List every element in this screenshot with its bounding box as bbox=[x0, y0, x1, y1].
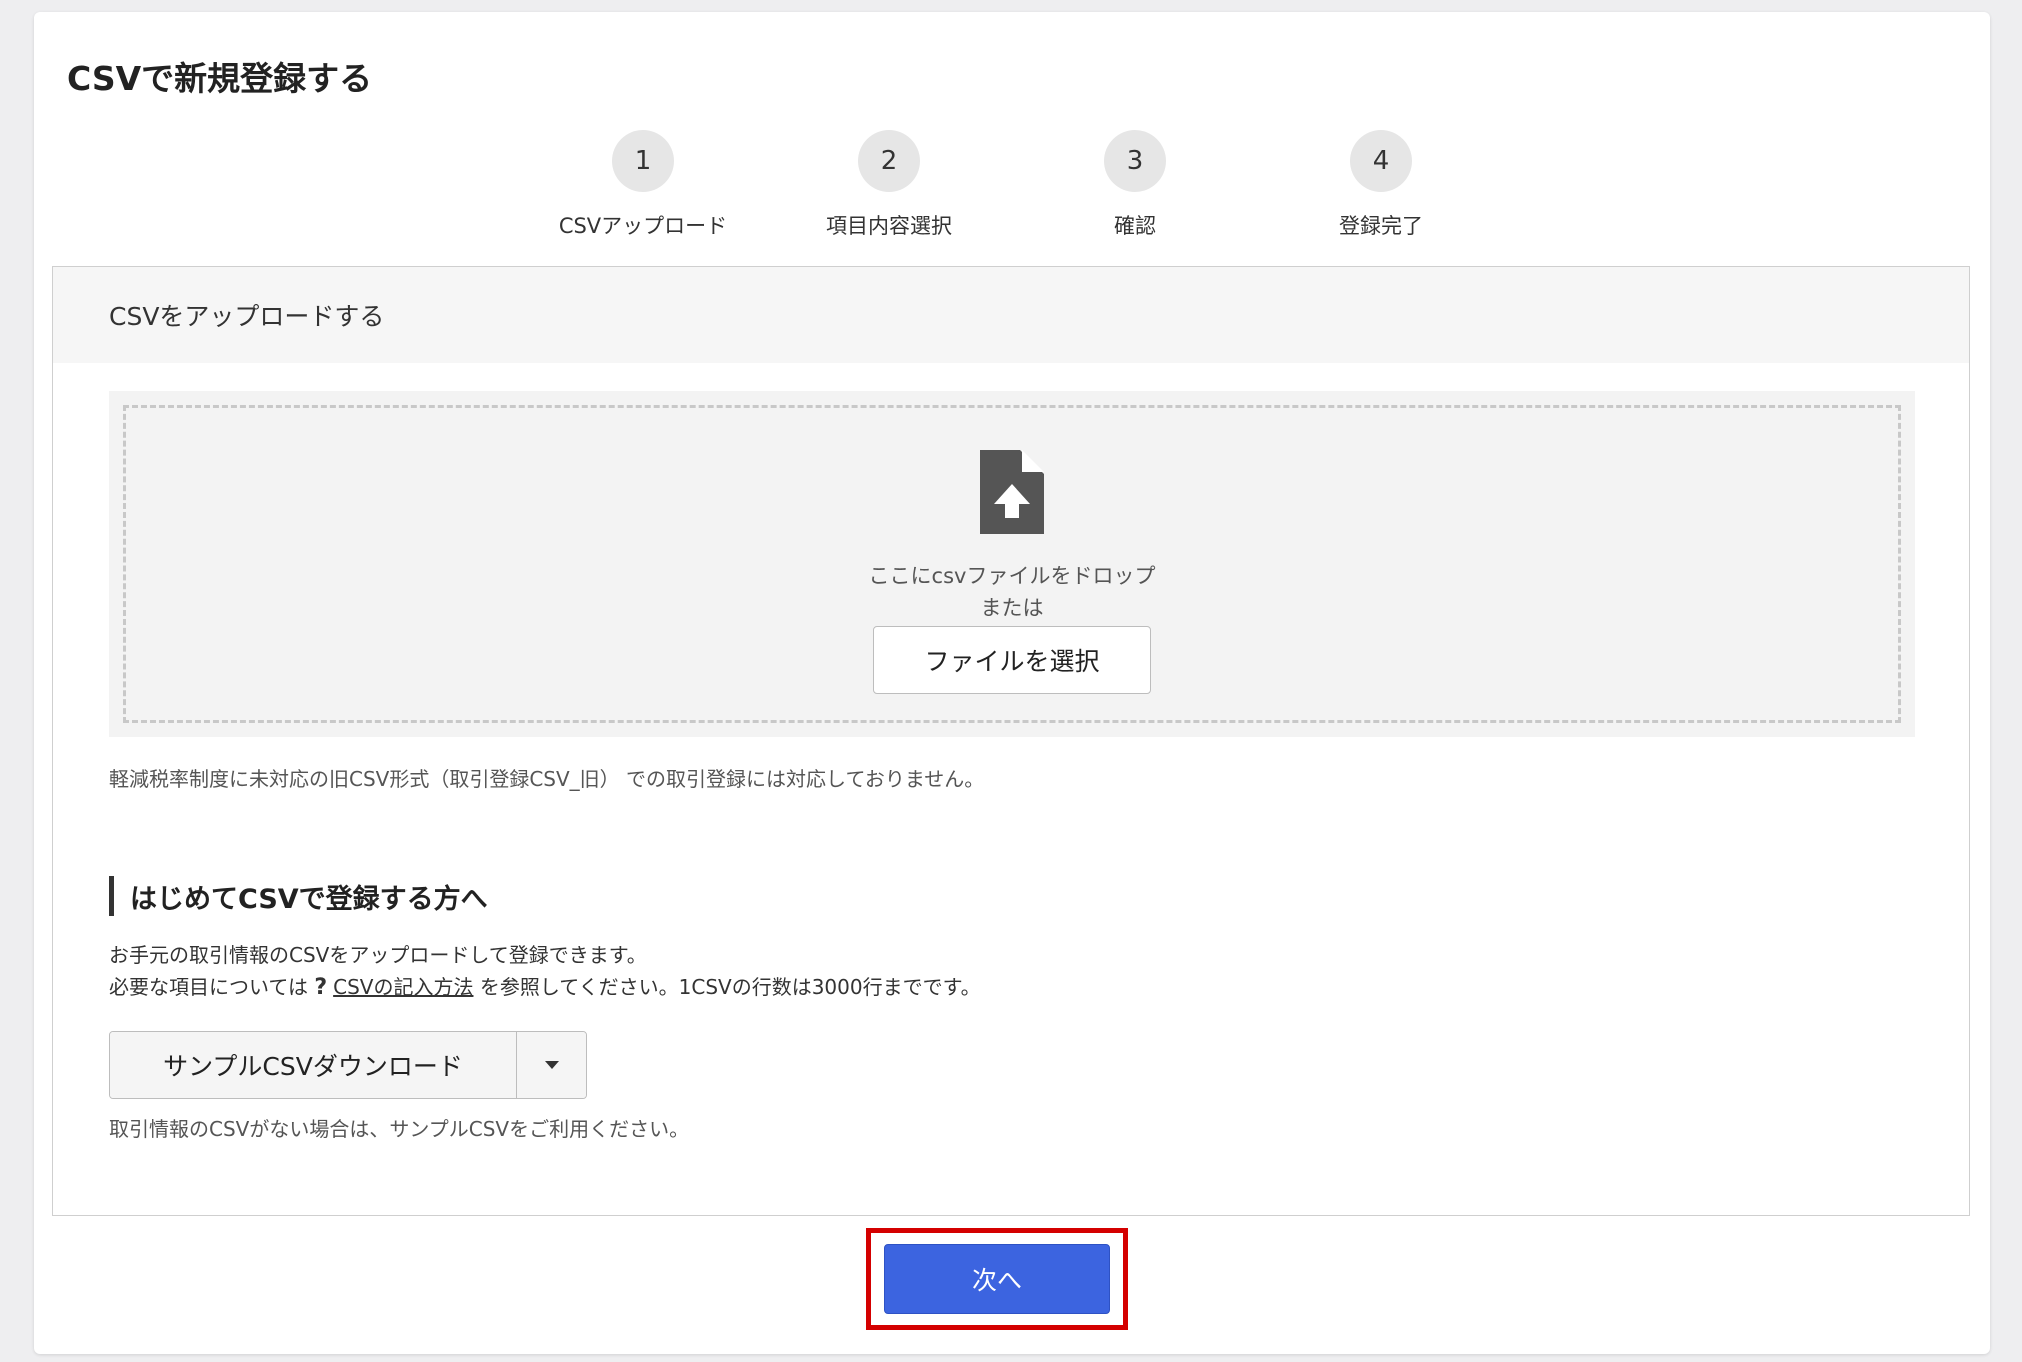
step-label: 登録完了 bbox=[1339, 214, 1423, 238]
drop-instruction: ここにcsvファイルをドロップ bbox=[868, 564, 1156, 588]
download-options-toggle[interactable] bbox=[516, 1032, 586, 1098]
step-label: 確認 bbox=[1114, 214, 1156, 238]
file-drop-zone[interactable]: ここにcsvファイルをドロップ または ファイルを選択 bbox=[123, 405, 1901, 723]
step-number: 1 bbox=[612, 130, 674, 192]
drop-area: ここにcsvファイルをドロップ または ファイルを選択 bbox=[109, 391, 1915, 737]
csv-format-link[interactable]: CSVの記入方法 bbox=[333, 975, 473, 999]
step-number: 4 bbox=[1350, 130, 1412, 192]
page-title: CSVで新規登録する bbox=[67, 59, 373, 98]
guide-line-2: 必要な項目については ? CSVの記入方法 を参照してください。1CSVの行数は3… bbox=[109, 971, 981, 1000]
step-2: 2 項目内容選択 bbox=[789, 130, 989, 240]
step-label: CSVアップロード bbox=[558, 214, 728, 238]
caret-down-icon bbox=[544, 1061, 559, 1069]
help-icon: ? bbox=[314, 975, 328, 1000]
next-button[interactable]: 次へ bbox=[884, 1244, 1110, 1314]
step-1: 1 CSVアップロード bbox=[543, 130, 743, 240]
sample-csv-download-button[interactable]: サンプルCSVダウンロード bbox=[110, 1032, 516, 1098]
file-upload-icon bbox=[980, 450, 1044, 534]
step-label: 項目内容選択 bbox=[826, 214, 952, 238]
step-3: 3 確認 bbox=[1035, 130, 1235, 240]
upload-panel: CSVをアップロードする ここにcsvファイルをドロップ または ファイルを選択… bbox=[52, 266, 1970, 1216]
stepper: 1 CSVアップロード 2 項目内容選択 3 確認 4 登録完了 bbox=[34, 130, 1990, 250]
sample-download-group: サンプルCSVダウンロード bbox=[109, 1031, 587, 1099]
guide-line-2-prefix: 必要な項目については bbox=[109, 975, 308, 999]
step-number: 2 bbox=[858, 130, 920, 192]
panel-header: CSVをアップロードする bbox=[53, 267, 1969, 363]
legacy-format-note: 軽減税率制度に未対応の旧CSV形式（取引登録CSV_旧） での取引登録には対応し… bbox=[109, 767, 985, 791]
step-4: 4 登録完了 bbox=[1281, 130, 1481, 240]
or-text: または bbox=[980, 596, 1044, 620]
select-file-button[interactable]: ファイルを選択 bbox=[873, 626, 1151, 694]
sample-note: 取引情報のCSVがない場合は、サンプルCSVをご利用ください。 bbox=[109, 1117, 690, 1141]
guide-line-2-suffix: を参照してください。1CSVの行数は3000行までです。 bbox=[479, 975, 981, 999]
step-number: 3 bbox=[1104, 130, 1166, 192]
guide-line-1: お手元の取引情報のCSVをアップロードして登録できます。 bbox=[109, 943, 647, 967]
guide-heading: はじめてCSVで登録する方へ bbox=[109, 876, 488, 916]
main-card: CSVで新規登録する 1 CSVアップロード 2 項目内容選択 3 確認 4 登… bbox=[34, 12, 1990, 1354]
